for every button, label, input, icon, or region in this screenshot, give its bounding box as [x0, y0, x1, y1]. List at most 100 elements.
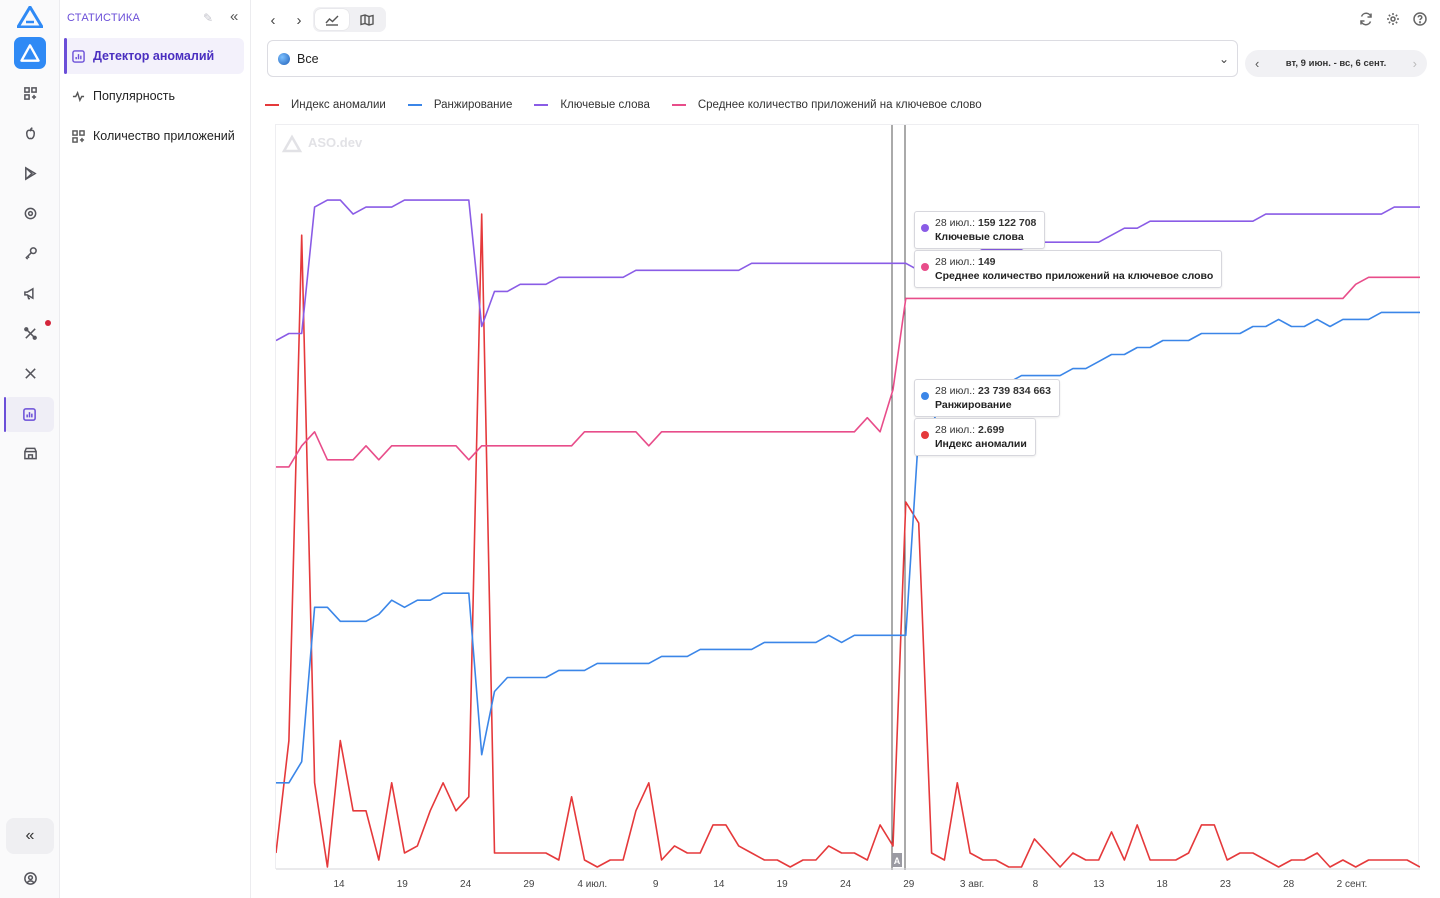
x-tick-label: 24	[460, 879, 472, 890]
x-tick-label: 2 сент.	[1337, 879, 1368, 890]
target-icon[interactable]	[10, 197, 50, 229]
app-logo-icon[interactable]	[14, 37, 46, 69]
series-line-avg_apps[interactable]	[276, 276, 1420, 468]
tooltip-dot	[921, 224, 929, 232]
tooltip-anomaly: 28 июл.: 2.699 Индекс аномалии	[914, 418, 1036, 456]
legend-item-avg-apps[interactable]: Среднее количество приложений на ключево…	[671, 99, 982, 111]
edit-pencil-icon[interactable]: ✎	[203, 11, 213, 25]
statistics-icon[interactable]	[4, 397, 54, 432]
x-tick-label: 9	[653, 879, 659, 890]
legend-item-keywords[interactable]: Ключевые слова	[534, 99, 650, 111]
country-select[interactable]: Все ⌄	[267, 40, 1238, 77]
tooltip-date: 28 июл.:	[935, 256, 976, 268]
sidebar-item-anomaly-detector[interactable]: Детектор аномалий	[64, 38, 244, 74]
icon-rail: «	[0, 0, 60, 898]
tooltip-date: 28 июл.:	[935, 385, 976, 397]
chart-plot-area[interactable]: ASO.dev A 14 19 24 29 4 июл. 9 14 19 24 29 3 авг. 8…	[275, 124, 1420, 890]
apple-icon[interactable]	[10, 117, 50, 149]
sidebar-item-label: Популярность	[93, 89, 176, 103]
date-next-icon[interactable]: ›	[1413, 56, 1417, 71]
x-tick-label: 8	[1033, 879, 1039, 890]
legend-item-ranking[interactable]: Ранжирование	[407, 99, 513, 111]
legend-label: Ключевые слова	[560, 99, 650, 111]
legend-swatch	[671, 104, 686, 106]
key-icon[interactable]	[10, 237, 50, 269]
legend-label: Ранжирование	[433, 99, 513, 111]
tooltip-series-name: Ключевые слова	[935, 231, 1024, 243]
tooltip-date: 28 июл.:	[935, 424, 976, 436]
apps-icon	[72, 129, 85, 143]
tooltip-keywords: 28 июл.: 159 122 708 Ключевые слова	[914, 211, 1046, 249]
map-view-icon[interactable]	[350, 9, 384, 30]
x-tick-label: 13	[1093, 879, 1105, 890]
chevron-down-icon: ⌄	[1218, 52, 1229, 66]
date-range-picker[interactable]: ‹ вт, 9 июн. - вс, 6 сент. ›	[1245, 50, 1427, 77]
tooltip-value: 159 122 708	[978, 217, 1037, 229]
tooltip-dot	[921, 392, 929, 400]
tools-icon[interactable]	[10, 317, 50, 349]
google-play-icon[interactable]	[10, 157, 50, 189]
legend-label: Индекс аномалии	[291, 99, 386, 111]
x-tick-label: 23	[1220, 879, 1232, 890]
tooltip-date: 28 июл.:	[935, 217, 976, 229]
account-icon[interactable]	[10, 862, 50, 894]
x-tick-label: 18	[1157, 879, 1169, 890]
help-icon[interactable]	[1412, 11, 1428, 27]
tooltip-series-name: Индекс аномалии	[935, 438, 1027, 450]
megaphone-icon[interactable]	[10, 277, 50, 309]
forward-arrow-icon[interactable]: ›	[288, 9, 310, 31]
collapse-sidebar-icon[interactable]: «	[230, 8, 238, 25]
store-icon[interactable]	[10, 437, 50, 469]
tooltip-value: 23 739 834 663	[978, 385, 1051, 397]
tooltip-ranking: 28 июл.: 23 739 834 663 Ранжирование	[914, 379, 1060, 417]
watermark: ASO.dev	[281, 134, 363, 153]
apps-grid-icon[interactable]	[10, 77, 50, 109]
x-tick-label: 29	[903, 879, 915, 890]
x-tick-label: 4 июл.	[577, 879, 607, 890]
tooltip-avg-apps: 28 июл.: 149 Среднее количество приложен…	[914, 250, 1223, 288]
sidebar-item-popularity[interactable]: Популярность	[64, 78, 244, 114]
app-window: « СТАТИСТИКА ✎ « Детектор аномалий Попул…	[0, 0, 1440, 898]
tooltip-value: 2.699	[978, 424, 1005, 436]
x-tick-label: 28	[1283, 879, 1295, 890]
watermark-text: ASO.dev	[308, 135, 363, 150]
collapse-rail-button[interactable]: «	[6, 818, 54, 854]
back-arrow-icon[interactable]: ‹	[262, 9, 284, 31]
aso-logo-icon[interactable]	[16, 5, 44, 29]
x-tick-label: 24	[840, 879, 852, 890]
legend-swatch	[534, 104, 549, 106]
refresh-icon[interactable]	[1358, 11, 1374, 27]
annotation-marker-label: A	[894, 856, 901, 866]
series-line-keywords[interactable]	[276, 199, 1420, 342]
legend-item-anomaly[interactable]: Индекс аномалии	[265, 99, 386, 111]
x-axis-ticks: 14 19 24 29 4 июл. 9 14 19 24 29 3 авг. 8 13 18 23 28 2 …	[333, 879, 1367, 890]
globe-icon	[278, 52, 290, 65]
x-tick-label: 19	[397, 879, 409, 890]
line-chart: ASO.dev A 14 19 24 29 4 июл. 9 14 19 24 29 3 авг. 8…	[276, 125, 1420, 890]
tooltip-series-name: Ранжирование	[935, 399, 1012, 411]
view-toggle	[313, 7, 386, 32]
sidebar-header: СТАТИСТИКА	[67, 12, 140, 24]
tooltip-dot	[921, 263, 929, 271]
x-tick-label: 3 авг.	[960, 879, 984, 890]
line-chart-view-icon[interactable]	[315, 9, 349, 30]
sidebar-item-app-count[interactable]: Количество приложений	[64, 118, 244, 154]
statistics-sidebar: СТАТИСТИКА ✎ « Детектор аномалий Популяр…	[60, 0, 251, 898]
country-select-value: Все	[297, 51, 319, 66]
settings-gear-icon[interactable]	[1385, 11, 1401, 27]
chart-box-icon	[72, 49, 85, 63]
date-prev-icon[interactable]: ‹	[1255, 56, 1259, 71]
tooltip-series-name: Среднее количество приложений на ключево…	[935, 270, 1214, 282]
legend-swatch	[265, 104, 279, 106]
compare-icon[interactable]	[10, 357, 50, 389]
legend-swatch	[407, 104, 422, 106]
pulse-icon	[72, 90, 85, 102]
series-line-anomaly[interactable]	[276, 213, 1420, 868]
chart-legend: Индекс аномалии Ранжирование Ключевые сл…	[265, 99, 982, 111]
sidebar-item-label: Детектор аномалий	[93, 49, 215, 63]
x-tick-label: 29	[523, 879, 535, 890]
series-line-ranking[interactable]	[276, 311, 1420, 784]
tooltip-value: 149	[978, 256, 996, 268]
series-layer	[276, 199, 1420, 868]
notification-dot	[45, 320, 51, 326]
